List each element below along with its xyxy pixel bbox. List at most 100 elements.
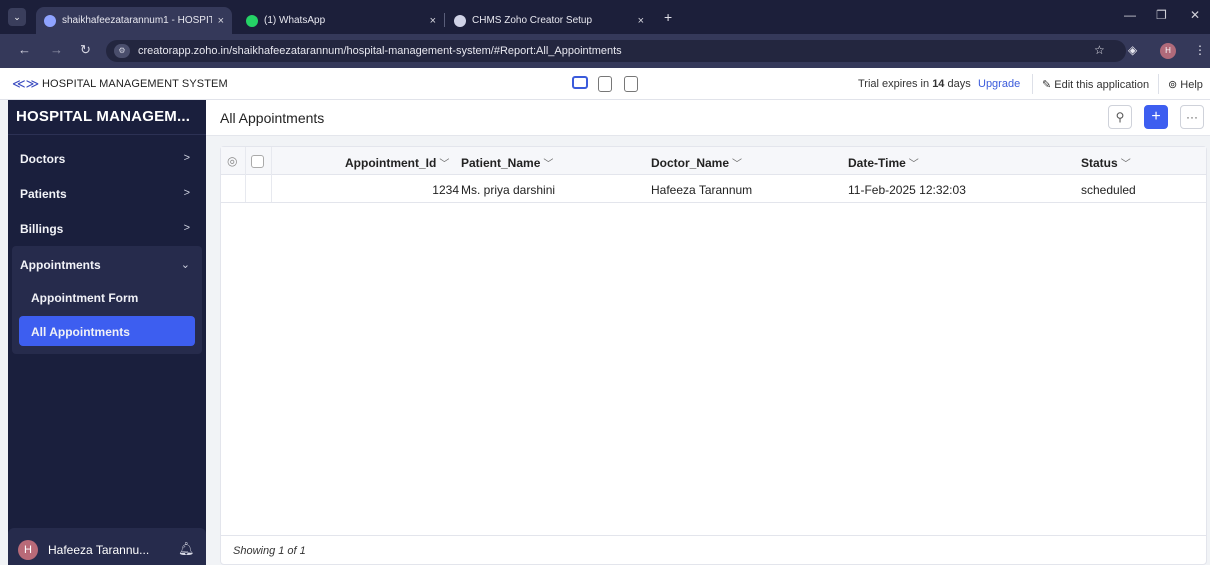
- sidebar-subitem-label: All Appointments: [31, 325, 130, 339]
- reload-icon[interactable]: ↻: [80, 42, 91, 58]
- sidebar: HOSPITAL MANAGEM... Doctors > Patients >…: [8, 100, 206, 565]
- eye-icon[interactable]: ◎: [227, 154, 237, 168]
- sidebar-item-appointments[interactable]: Appointments ⌄: [8, 248, 206, 282]
- setup-favicon-icon: [454, 14, 466, 27]
- edit-application-label: Edit this application: [1054, 79, 1150, 91]
- cell-patient-name: Ms. priya darshini: [461, 183, 556, 197]
- url-text: creatorapp.zoho.in/shaikhafeezatarannum/…: [138, 45, 622, 57]
- sidebar-item-billings[interactable]: Billings >: [8, 212, 206, 246]
- search-icon: ⚲: [1115, 110, 1125, 124]
- new-tab-button[interactable]: +: [664, 9, 672, 25]
- zoho-creator-favicon-icon: [44, 14, 56, 27]
- user-name: Hafeeza Tarannu...: [48, 543, 150, 557]
- column-header-status[interactable]: Status ﹀: [1081, 155, 1131, 170]
- cell-status: scheduled: [1081, 183, 1136, 197]
- chevron-right-icon: >: [183, 152, 190, 164]
- tab-spacer-61: [250, 7, 266, 34]
- chevron-down-icon: ⌄: [180, 259, 190, 271]
- user-profile-bar[interactable]: H Hafeeza Tarannu... 🔔︎: [8, 528, 206, 565]
- mobile-view-icon[interactable]: [624, 76, 638, 92]
- more-options-button[interactable]: ···: [1180, 105, 1204, 129]
- close-window-icon[interactable]: ✕: [1190, 8, 1200, 22]
- browser-tab-chms-setup[interactable]: CHMS Zoho Creator Setup ×: [446, 7, 652, 34]
- column-label: Doctor_Name: [651, 156, 730, 170]
- sidebar-item-label: Billings: [20, 222, 64, 236]
- sidebar-item-label: Patients: [20, 187, 67, 201]
- chevron-right-icon: >: [183, 222, 190, 234]
- trial-suffix: days: [947, 78, 971, 90]
- column-label: Date-Time: [848, 156, 906, 170]
- column-header-doctor-name[interactable]: Doctor_Name ﹀: [651, 155, 742, 170]
- tablet-view-icon[interactable]: [598, 76, 612, 92]
- tab-title: shaikhafeezatarannum1 - HOSPITA: [62, 15, 212, 26]
- sidebar-item-label: Doctors: [20, 152, 66, 166]
- tab-spacer-2: [296, 7, 312, 34]
- sidebar-item-patients[interactable]: Patients >: [8, 177, 206, 211]
- site-settings-icon[interactable]: ⚙: [114, 44, 130, 58]
- column-label: Status: [1081, 156, 1118, 170]
- search-button[interactable]: ⚲: [1108, 105, 1132, 129]
- extensions-icon[interactable]: ◈: [1128, 43, 1137, 57]
- tab-title: (1) WhatsApp: [264, 15, 326, 26]
- select-all-checkbox[interactable]: [251, 155, 264, 168]
- add-record-button[interactable]: +: [1144, 105, 1168, 129]
- desktop-view-icon[interactable]: [572, 76, 588, 89]
- sidebar-item-label: Appointments: [20, 258, 101, 272]
- back-arrow-icon[interactable]: ←: [18, 42, 31, 57]
- sidebar-divider: [8, 134, 206, 135]
- header-divider: [1158, 74, 1159, 94]
- column-header-appointment-id[interactable]: Appointment_Id ﹀: [345, 155, 449, 170]
- tab-close-icon[interactable]: ×: [638, 15, 644, 27]
- plus-icon: +: [1151, 108, 1161, 125]
- trial-notice: Trial expires in 14 days: [858, 78, 971, 90]
- user-avatar: H: [18, 540, 38, 560]
- table-row[interactable]: 1234 Ms. priya darshini Hafeeza Tarannum…: [221, 175, 1206, 203]
- browser-tab-whatsapp[interactable]: (1) WhatsApp ×: [238, 7, 444, 34]
- ellipsis-icon: ···: [1186, 110, 1198, 124]
- table-footer: Showing 1 of 1: [221, 535, 1206, 565]
- help-label: Help: [1180, 79, 1203, 91]
- minimize-icon[interactable]: —: [1124, 8, 1136, 22]
- url-bar[interactable]: ⚙ creatorapp.zoho.in/shaikhafeezatarannu…: [106, 40, 1126, 62]
- tab-title: CHMS Zoho Creator Setup: [472, 15, 593, 26]
- profile-avatar[interactable]: H: [1160, 43, 1176, 59]
- cell-appointment-id: 1234: [432, 183, 459, 197]
- chevron-down-icon: ﹀: [732, 159, 743, 170]
- sidebar-subitem-appointment-form[interactable]: Appointment Form: [19, 282, 195, 312]
- restore-icon[interactable]: ❐: [1156, 8, 1167, 22]
- page-title: All Appointments: [220, 110, 325, 126]
- pencil-icon: ✎: [1042, 79, 1052, 91]
- column-label: Patient_Name: [461, 156, 541, 170]
- help-icon: ⊚: [1168, 79, 1178, 91]
- notification-bell-icon[interactable]: 🔔︎: [178, 541, 195, 557]
- bookmark-star-icon[interactable]: ☆: [1094, 43, 1105, 57]
- edit-application-button[interactable]: ✎ Edit this application: [1042, 78, 1149, 91]
- record-count-text: Showing 1 of 1: [233, 545, 306, 557]
- app-header: ≪≫ HOSPITAL MANAGEMENT SYSTEM Trial expi…: [0, 68, 1210, 100]
- report-header: All Appointments ⚲ + ···: [206, 100, 1210, 136]
- sidebar-item-doctors[interactable]: Doctors >: [8, 142, 206, 176]
- browser-tab-hospital[interactable]: shaikhafeezatarannum1 - HOSPITA ×: [36, 7, 232, 34]
- column-label: Appointment_Id: [345, 156, 437, 170]
- browser-menu-icon[interactable]: ⋮: [1194, 43, 1206, 57]
- upgrade-link[interactable]: Upgrade: [978, 78, 1020, 90]
- trial-prefix: Trial expires in: [858, 78, 930, 90]
- column-header-patient-name[interactable]: Patient_Name ﹀: [461, 155, 553, 170]
- sidebar-app-title: HOSPITAL MANAGEM...: [16, 108, 191, 125]
- tab-close-icon[interactable]: ×: [430, 15, 436, 27]
- chevron-down-icon: ﹀: [908, 159, 919, 170]
- header-divider: [1032, 74, 1033, 94]
- help-button[interactable]: ⊚ Help: [1168, 78, 1203, 91]
- trial-days: 14: [932, 78, 945, 90]
- chevron-right-icon: >: [183, 187, 190, 199]
- cell-date-time: 11-Feb-2025 12:32:03: [848, 183, 966, 197]
- app-name: HOSPITAL MANAGEMENT SYSTEM: [42, 78, 228, 90]
- cell-doctor-name: Hafeeza Tarannum: [651, 183, 753, 197]
- tab-close-icon[interactable]: ×: [218, 15, 224, 27]
- forward-arrow-icon[interactable]: →: [50, 42, 63, 57]
- zoho-creator-logo-icon[interactable]: ≪≫: [12, 76, 39, 92]
- sidebar-subitem-all-appointments[interactable]: All Appointments: [19, 316, 195, 346]
- column-header-date-time[interactable]: Date-Time ﹀: [848, 155, 919, 170]
- tab-search-chevron-icon[interactable]: ⌄: [8, 8, 26, 26]
- chevron-down-icon: ﹀: [439, 159, 450, 170]
